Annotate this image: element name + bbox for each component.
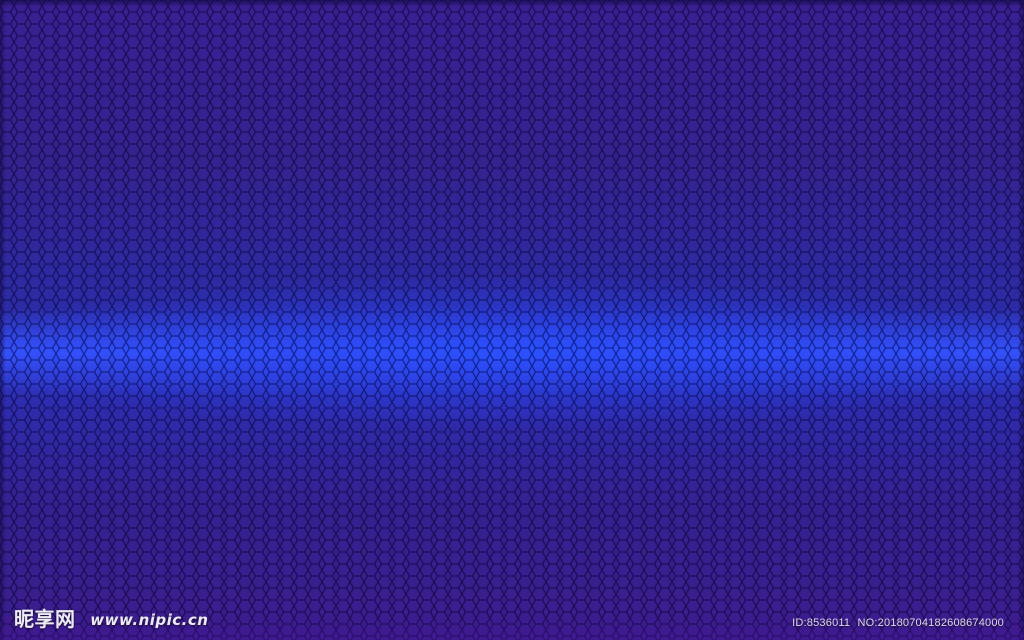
frame-right-shade xyxy=(1018,0,1024,640)
watermark-id-info: ID:8536011 NO:20180704182608674000 xyxy=(788,617,1004,629)
watermark-brand: 昵享网 www.nipic.cn xyxy=(14,603,208,632)
frame-left-shade xyxy=(0,0,6,640)
background-canvas: 昵享网 www.nipic.cn ID:8536011 NO:201807041… xyxy=(0,0,1024,640)
watermark-brand-cn: 昵享网 xyxy=(14,607,76,631)
hex-mesh-pattern xyxy=(0,0,1024,640)
watermark-id: ID:8536011 xyxy=(792,617,851,629)
watermark-no: NO:20180704182608674000 xyxy=(857,617,1004,629)
frame-top-shade xyxy=(0,0,1024,7)
watermark-brand-url: www.nipic.cn xyxy=(90,611,209,629)
